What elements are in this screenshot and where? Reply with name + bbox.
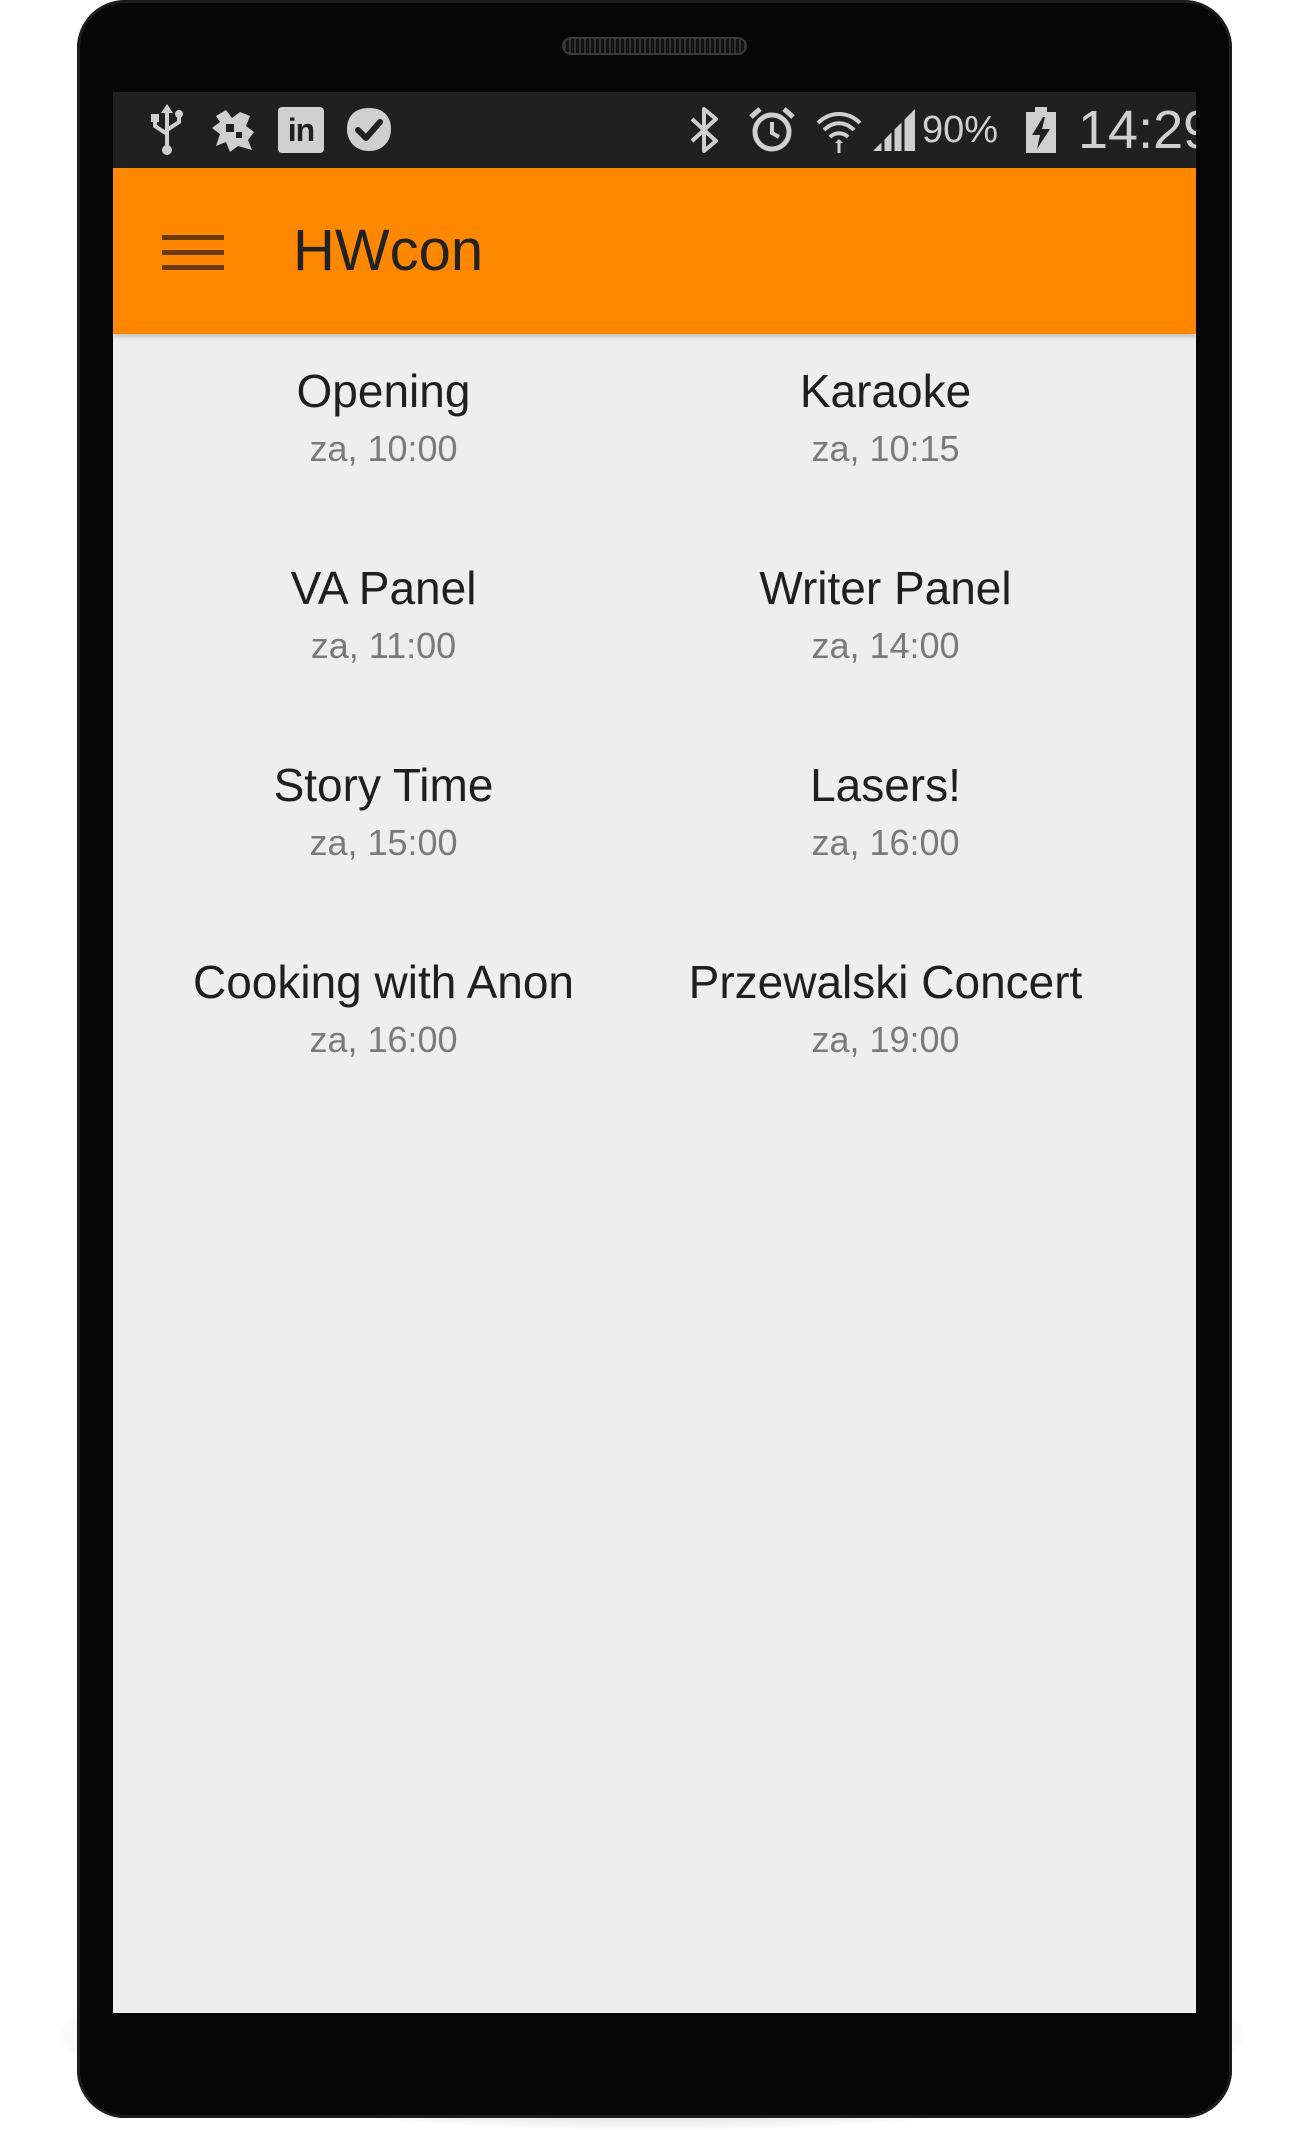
usb-icon [141, 104, 193, 156]
signal-icon [868, 104, 920, 156]
event-item-story-time[interactable]: Story Time za, 15:00 [113, 728, 654, 908]
event-time: za, 10:15 [811, 428, 960, 469]
event-item-przewalski-concert[interactable]: Przewalski Concert za, 19:00 [615, 925, 1156, 1105]
event-time: za, 10:00 [309, 428, 458, 469]
hamburger-menu-icon[interactable] [153, 213, 233, 293]
event-item-lasers[interactable]: Lasers! za, 16:00 [615, 728, 1156, 908]
app-toolbar: HWcon [113, 168, 1196, 334]
app-notification-icon [208, 104, 260, 156]
status-bar: in 90% 14:2 [113, 92, 1196, 168]
event-time: za, 11:00 [310, 625, 457, 666]
checkmark-icon [343, 104, 395, 156]
event-time: za, 15:00 [309, 822, 458, 863]
phone-frame: in 90% 14:2 HWcon Opening za, 10:00 Kara… [77, 0, 1232, 2118]
event-name: Przewalski Concert [688, 956, 1083, 1008]
event-name: Story Time [273, 759, 494, 811]
event-time: za, 14:00 [811, 625, 960, 666]
event-name: Opening [296, 365, 471, 417]
event-item-cooking-with-anon[interactable]: Cooking with Anon za, 16:00 [113, 925, 654, 1105]
event-time: za, 19:00 [811, 1019, 960, 1060]
event-name: Cooking with Anon [192, 956, 575, 1008]
event-item-opening[interactable]: Opening za, 10:00 [113, 334, 654, 514]
event-name: Lasers! [810, 759, 961, 811]
event-item-karaoke[interactable]: Karaoke za, 10:15 [615, 334, 1156, 514]
speaker-grille [562, 37, 747, 55]
battery-percentage: 90% [922, 109, 999, 151]
alarm-icon [746, 104, 798, 156]
event-name: VA Panel [290, 562, 477, 614]
screen: in 90% 14:2 HWcon Opening za, 10:00 Kara… [113, 92, 1196, 2013]
bluetooth-icon [678, 104, 730, 156]
clock-time: 14:29 [1078, 100, 1196, 160]
linkedin-icon: in [275, 104, 327, 156]
event-time: za, 16:00 [309, 1019, 458, 1060]
event-time: za, 16:00 [811, 822, 960, 863]
app-title: HWcon [293, 218, 484, 283]
event-name: Karaoke [799, 365, 972, 417]
event-item-writer-panel[interactable]: Writer Panel za, 14:00 [615, 531, 1156, 711]
linkedin-label: in [287, 111, 315, 148]
battery-charging-icon [1015, 104, 1067, 156]
wifi-icon [813, 104, 865, 156]
event-name: Writer Panel [759, 562, 1012, 614]
event-item-va-panel[interactable]: VA Panel za, 11:00 [113, 531, 654, 711]
